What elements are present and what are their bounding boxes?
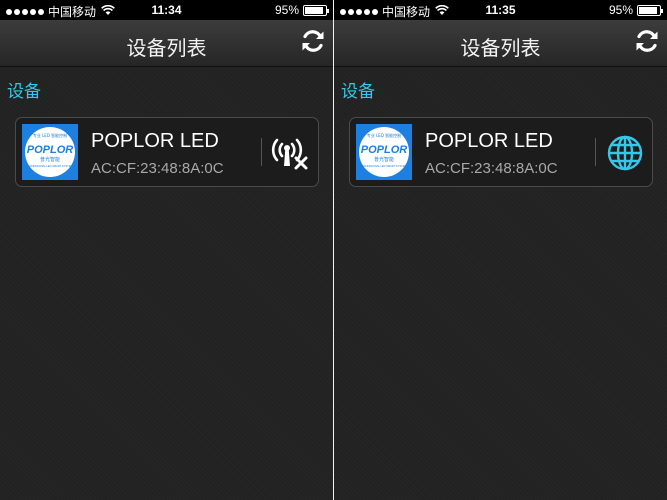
logo-brand-text: POPLOR	[361, 144, 408, 156]
phone-screen-left: 中国移动 11:34 95% 设备列表 设备 专业 LED 智能控制 POPLO…	[0, 0, 333, 500]
globe-icon	[605, 134, 645, 172]
refresh-button[interactable]	[632, 28, 662, 58]
battery-percent: 95%	[608, 3, 633, 17]
battery-fill	[305, 6, 324, 14]
device-logo: 专业 LED 智能控制 POPLOR 普光智能 PROFESSIONAL LED…	[356, 124, 412, 180]
status-right: 95%	[274, 3, 329, 17]
section-title: 设备	[7, 82, 41, 101]
device-list-item[interactable]: 专业 LED 智能控制 POPLOR 普光智能 PROFESSIONAL LED…	[15, 117, 319, 187]
battery-icon	[637, 4, 663, 16]
logo-cn-text: 普光智能	[40, 156, 60, 163]
battery-percent: 95%	[274, 3, 299, 17]
phone-screen-right: 中国移动 11:35 95% 设备列表 设备 专业 LED 智能控制 POPLO…	[334, 0, 667, 500]
logo-cn-text: 普光智能	[374, 156, 394, 163]
card-divider	[595, 138, 596, 166]
logo-sub-text: PROFESSIONAL LED SMART SYSTEMS	[26, 164, 75, 168]
card-divider	[261, 138, 262, 166]
navigation-bar: 设备列表	[334, 20, 667, 67]
device-name: POPLOR LED	[425, 130, 553, 152]
logo-top-text: 专业 LED 智能控制	[367, 132, 401, 138]
logo-sub-text: PROFESSIONAL LED SMART SYSTEMS	[360, 164, 409, 168]
refresh-button[interactable]	[298, 28, 328, 58]
battery-icon	[303, 4, 329, 16]
screenshot-root: 中国移动 11:34 95% 设备列表 设备 专业 LED 智能控制 POPLO…	[0, 0, 667, 500]
logo-top-text: 专业 LED 智能控制	[33, 132, 67, 138]
status-right: 95%	[608, 3, 663, 17]
navigation-bar: 设备列表	[0, 20, 333, 67]
device-list-item[interactable]: 专业 LED 智能控制 POPLOR 普光智能 PROFESSIONAL LED…	[349, 117, 653, 187]
refresh-icon	[634, 28, 660, 59]
page-title: 设备列表	[460, 38, 541, 60]
refresh-icon	[300, 28, 326, 59]
signal-disconnected-icon	[271, 134, 311, 172]
device-logo: 专业 LED 智能控制 POPLOR 普光智能 PROFESSIONAL LED…	[22, 124, 78, 180]
page-title: 设备列表	[126, 38, 207, 60]
status-bar: 中国移动 11:35 95%	[334, 0, 667, 20]
device-mac-address: AC:CF:23:48:8A:0C	[91, 160, 224, 177]
logo-brand-text: POPLOR	[27, 144, 74, 156]
status-bar: 中国移动 11:34 95%	[0, 0, 333, 20]
section-title: 设备	[341, 82, 375, 101]
device-mac-address: AC:CF:23:48:8A:0C	[425, 160, 558, 177]
battery-fill	[639, 6, 658, 14]
device-name: POPLOR LED	[91, 130, 219, 152]
